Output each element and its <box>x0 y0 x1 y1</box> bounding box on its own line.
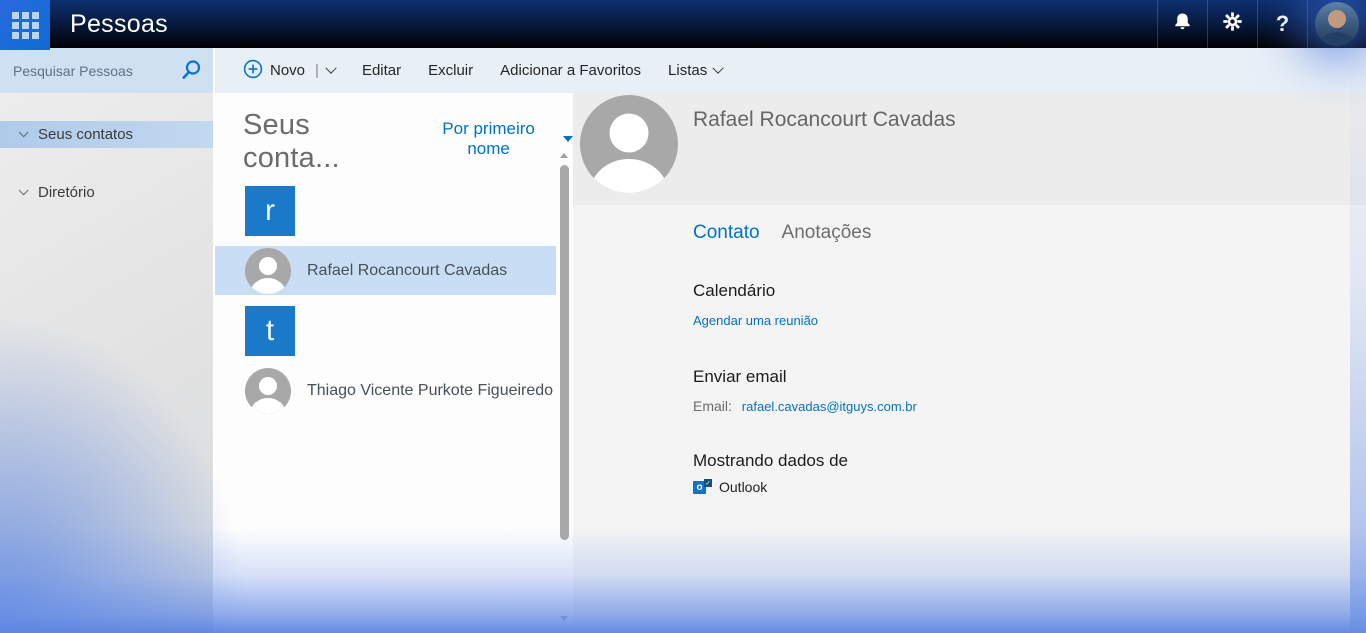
sidebar-item-directory[interactable]: Diretório <box>0 179 213 206</box>
person-silhouette-icon <box>245 368 291 414</box>
delete-button[interactable]: Excluir <box>428 62 473 79</box>
contact-detail-body: Contato Anotações Calendário Agendar uma… <box>573 205 1366 495</box>
search-input[interactable] <box>0 48 178 93</box>
sort-dropdown-label: Por primeiro nome <box>422 119 555 159</box>
email-address-link[interactable]: rafael.cavadas@itguys.com.br <box>742 399 917 414</box>
new-button[interactable]: Novo | <box>243 59 335 83</box>
contact-list-title: Seus conta... <box>243 109 407 175</box>
gear-icon <box>1222 11 1243 38</box>
section-heading: Calendário <box>693 281 1336 301</box>
app-launcher-button[interactable] <box>0 0 50 50</box>
calendar-section: Calendário Agendar uma reunião <box>693 281 1336 330</box>
edit-button[interactable]: Editar <box>362 62 401 79</box>
search-bar <box>0 48 213 93</box>
letter-group-header[interactable]: t <box>245 306 295 356</box>
folders-sidebar: Seus contatos Diretório <box>0 93 213 633</box>
delete-button-label: Excluir <box>428 62 473 79</box>
schedule-meeting-link[interactable]: Agendar uma reunião <box>693 313 818 328</box>
contact-list-item[interactable]: Thiago Vicente Purkote Figueiredo <box>215 366 556 415</box>
edit-button-label: Editar <box>362 62 401 79</box>
section-heading: Enviar email <box>693 367 1336 387</box>
plus-circle-icon <box>243 59 263 83</box>
command-toolbar: Novo | Editar Excluir Adicionar a Favori… <box>215 48 1366 93</box>
app-title: Pessoas <box>70 0 168 48</box>
tab-contact[interactable]: Contato <box>693 222 760 244</box>
section-heading: Mostrando dados de <box>693 451 1336 471</box>
contact-name: Rafael Rocancourt Cavadas <box>307 262 507 280</box>
chevron-down-icon <box>325 62 336 73</box>
add-to-favorites-button[interactable]: Adicionar a Favoritos <box>500 62 641 79</box>
chevron-down-icon <box>19 127 29 137</box>
contact-list-item[interactable]: Rafael Rocancourt Cavadas <box>215 246 556 295</box>
user-avatar[interactable] <box>1315 2 1359 46</box>
top-bar-actions: ? <box>1157 0 1366 48</box>
data-source-section: Mostrando dados de o ✓ Outlook <box>693 451 1336 495</box>
owa-people-app: Pessoas <box>0 0 1366 633</box>
app-launcher-grid-icon <box>12 12 39 39</box>
new-button-divider: | <box>315 62 319 79</box>
top-bar: Pessoas <box>0 0 1366 48</box>
person-silhouette-icon <box>245 248 291 294</box>
contact-list-header: Seus conta... Por primeiro nome <box>215 93 573 175</box>
contact-detail-panel: Rafael Rocancourt Cavadas Contato Anotaç… <box>573 93 1366 633</box>
sidebar-item-label: Diretório <box>38 184 95 201</box>
user-avatar-area <box>1308 0 1366 48</box>
contact-detail-header: Rafael Rocancourt Cavadas <box>573 93 1366 205</box>
tab-notes[interactable]: Anotações <box>782 222 872 244</box>
outlook-icon: o ✓ <box>693 479 712 495</box>
chevron-down-icon <box>19 185 29 195</box>
scroll-up-arrow[interactable] <box>560 153 568 158</box>
data-source-name: Outlook <box>719 479 767 495</box>
detail-tabs: Contato Anotações <box>693 222 1336 244</box>
scroll-down-arrow[interactable] <box>560 616 568 621</box>
person-silhouette-icon <box>580 95 678 193</box>
new-button-label: Novo <box>270 62 305 79</box>
scrollbar-thumb[interactable] <box>560 165 569 540</box>
sidebar-item-your-contacts[interactable]: Seus contatos <box>0 121 213 148</box>
contact-detail-name: Rafael Rocancourt Cavadas <box>693 108 956 132</box>
add-to-favorites-label: Adicionar a Favoritos <box>500 62 641 79</box>
letter-group-header[interactable]: r <box>245 186 295 236</box>
lists-button-label: Listas <box>668 62 707 79</box>
sort-dropdown[interactable]: Por primeiro nome <box>422 119 573 159</box>
contact-list-panel: Seus conta... Por primeiro nome r <box>215 93 573 633</box>
search-icon <box>179 70 203 85</box>
notifications-button[interactable] <box>1158 0 1207 48</box>
email-label: Email: <box>693 398 732 414</box>
bell-icon <box>1172 11 1193 38</box>
contact-list-scrollbar <box>556 93 573 633</box>
help-button[interactable]: ? <box>1258 0 1307 48</box>
search-button[interactable] <box>177 58 205 84</box>
main-area: Seus contatos Diretório Seus conta... Po… <box>0 93 1366 633</box>
question-mark-icon: ? <box>1276 11 1289 37</box>
settings-button[interactable] <box>1208 0 1257 48</box>
lists-button[interactable]: Listas <box>668 62 722 79</box>
chevron-down-icon <box>713 62 724 73</box>
sidebar-item-label: Seus contatos <box>38 126 133 143</box>
contact-name: Thiago Vicente Purkote Figueiredo <box>307 382 553 400</box>
send-email-section: Enviar email Email: rafael.cavadas@itguy… <box>693 367 1336 414</box>
